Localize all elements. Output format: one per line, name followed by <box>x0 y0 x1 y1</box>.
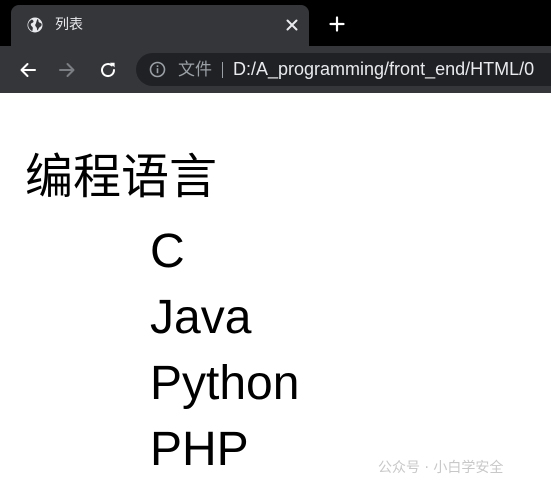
address-bar[interactable]: 文件 D:/A_programming/front_end/HTML/0 <box>136 53 551 86</box>
page-content: 编程语言 C Java Python PHP 公众号 · 小白学安全 <box>0 93 551 493</box>
list-item: C <box>150 225 185 278</box>
back-button[interactable] <box>16 58 40 82</box>
language-list: C Java Python PHP <box>150 219 299 483</box>
watermark: 公众号 · 小白学安全 <box>378 460 504 476</box>
arrow-right-icon <box>59 63 75 77</box>
new-tab-button[interactable] <box>326 13 348 35</box>
tab-strip: 列表 <box>0 0 551 46</box>
scheme-label: 文件 <box>178 60 212 80</box>
list-item: Java <box>150 291 252 344</box>
browser-window: 列表 文件 D:/A_programming/front_end/HTML/0 … <box>0 0 551 493</box>
list-item: PHP <box>150 423 249 476</box>
tab-title: 列表 <box>55 17 83 33</box>
list-item: Python <box>150 357 300 410</box>
url-text[interactable]: D:/A_programming/front_end/HTML/0 <box>233 59 534 80</box>
url-divider <box>222 62 223 78</box>
tab-active[interactable]: 列表 <box>11 5 309 46</box>
globe-icon <box>27 17 43 33</box>
page-heading: 编程语言 <box>25 149 218 205</box>
arrow-left-icon <box>20 63 36 77</box>
forward-button[interactable] <box>55 58 79 82</box>
reload-button[interactable] <box>96 58 120 82</box>
reload-icon <box>101 62 116 78</box>
toolbar: 文件 D:/A_programming/front_end/HTML/0 <box>0 46 551 93</box>
plus-icon <box>329 16 345 32</box>
info-icon[interactable] <box>149 61 166 78</box>
close-icon[interactable] <box>283 16 301 34</box>
